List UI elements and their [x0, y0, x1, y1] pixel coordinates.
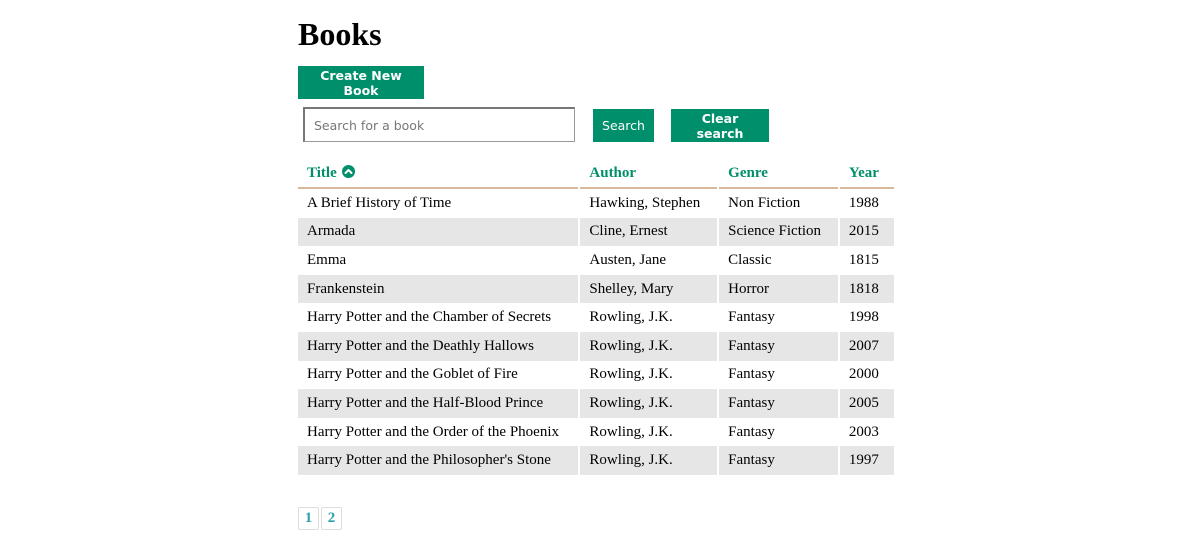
cell-author: Rowling, J.K.	[580, 446, 718, 475]
column-header-genre[interactable]: Genre	[719, 159, 838, 189]
cell-author: Hawking, Stephen	[589, 194, 701, 211]
page-title: Books	[298, 16, 382, 52]
cell-author: Cline, Ernest	[580, 217, 718, 247]
cell-genre: Fantasy	[728, 309, 775, 326]
cell-title: Armada	[298, 217, 579, 247]
cell-author: Rowling, J.K.	[589, 366, 673, 383]
column-header-year[interactable]: Year	[839, 159, 894, 189]
cell-genre: Fantasy	[719, 446, 838, 475]
cell-genre: Science Fiction	[719, 217, 838, 247]
cell-year: 1997	[839, 446, 894, 475]
cell-genre: Non Fiction	[728, 194, 801, 211]
cell-title: Harry Potter and the Chamber of Secrets	[307, 309, 552, 326]
cell-year: 1818	[839, 274, 894, 304]
cell-genre: Horror	[719, 274, 838, 304]
create-book-button[interactable]: Create New Book	[298, 66, 424, 99]
cell-title: Emma	[307, 251, 347, 268]
table-row: Harry Potter and the Deathly Hallows Row…	[298, 331, 894, 361]
table-row: Harry Potter and the Chamber of Secrets …	[298, 303, 894, 332]
books-table-body: A Brief History of Time Hawking, Stephen…	[298, 189, 894, 475]
cell-year: 1988	[848, 194, 879, 211]
page-link-1[interactable]: 1	[298, 507, 319, 530]
pagination: 1 2	[298, 507, 344, 530]
cell-author: Rowling, J.K.	[580, 389, 718, 418]
table-row: Frankenstein Shelley, Mary Horror 1818	[298, 274, 894, 304]
column-header-title[interactable]: Title	[298, 159, 579, 189]
column-header-author[interactable]: Author	[580, 159, 718, 189]
table-row: Harry Potter and the Philosopher's Stone…	[298, 446, 894, 475]
cell-genre: Fantasy	[719, 331, 838, 361]
table-row: Armada Cline, Ernest Science Fiction 201…	[298, 217, 894, 247]
cell-year: 1815	[848, 251, 879, 268]
cell-year: 2000	[848, 366, 879, 383]
cell-year: 2015	[839, 217, 894, 247]
cell-author: Rowling, J.K.	[589, 423, 673, 440]
table-row: A Brief History of Time Hawking, Stephen…	[298, 189, 894, 218]
table-row: Harry Potter and the Half-Blood Prince R…	[298, 389, 894, 418]
clear-search-button[interactable]: Clear search	[671, 109, 769, 142]
cell-title: Harry Potter and the Order of the Phoeni…	[307, 423, 560, 440]
cell-year: 2007	[839, 331, 894, 361]
page-link-2[interactable]: 2	[321, 507, 342, 530]
search-input[interactable]	[303, 107, 575, 142]
cell-title: Harry Potter and the Deathly Hallows	[298, 331, 579, 361]
table-row: Harry Potter and the Order of the Phoeni…	[298, 418, 894, 447]
search-button[interactable]: Search	[593, 109, 654, 142]
cell-year: 2005	[839, 389, 894, 418]
cell-author: Rowling, J.K.	[589, 309, 673, 326]
cell-genre: Fantasy	[728, 423, 775, 440]
cell-title: Harry Potter and the Goblet of Fire	[307, 366, 518, 383]
table-row: Emma Austen, Jane Classic 1815	[298, 246, 894, 275]
cell-author: Shelley, Mary	[580, 274, 718, 304]
table-header-row: Title Author Genre Year	[298, 159, 894, 189]
column-header-title-label: Title	[307, 164, 337, 181]
cell-title: Harry Potter and the Half-Blood Prince	[298, 389, 579, 418]
table-row: Harry Potter and the Goblet of Fire Rowl…	[298, 361, 894, 390]
cell-title: Harry Potter and the Philosopher's Stone	[298, 446, 579, 475]
books-table: Title Author Genre Year A Brief History …	[296, 159, 896, 475]
chevron-up-circle-icon	[342, 164, 356, 178]
cell-genre: Fantasy	[719, 389, 838, 418]
cell-year: 2003	[848, 423, 879, 440]
cell-author: Austen, Jane	[589, 251, 667, 268]
cell-author: Rowling, J.K.	[580, 331, 718, 361]
cell-genre: Classic	[728, 251, 772, 268]
cell-title: Frankenstein	[298, 274, 579, 304]
cell-title: A Brief History of Time	[307, 194, 452, 211]
cell-year: 1998	[848, 309, 879, 326]
cell-genre: Fantasy	[728, 366, 775, 383]
